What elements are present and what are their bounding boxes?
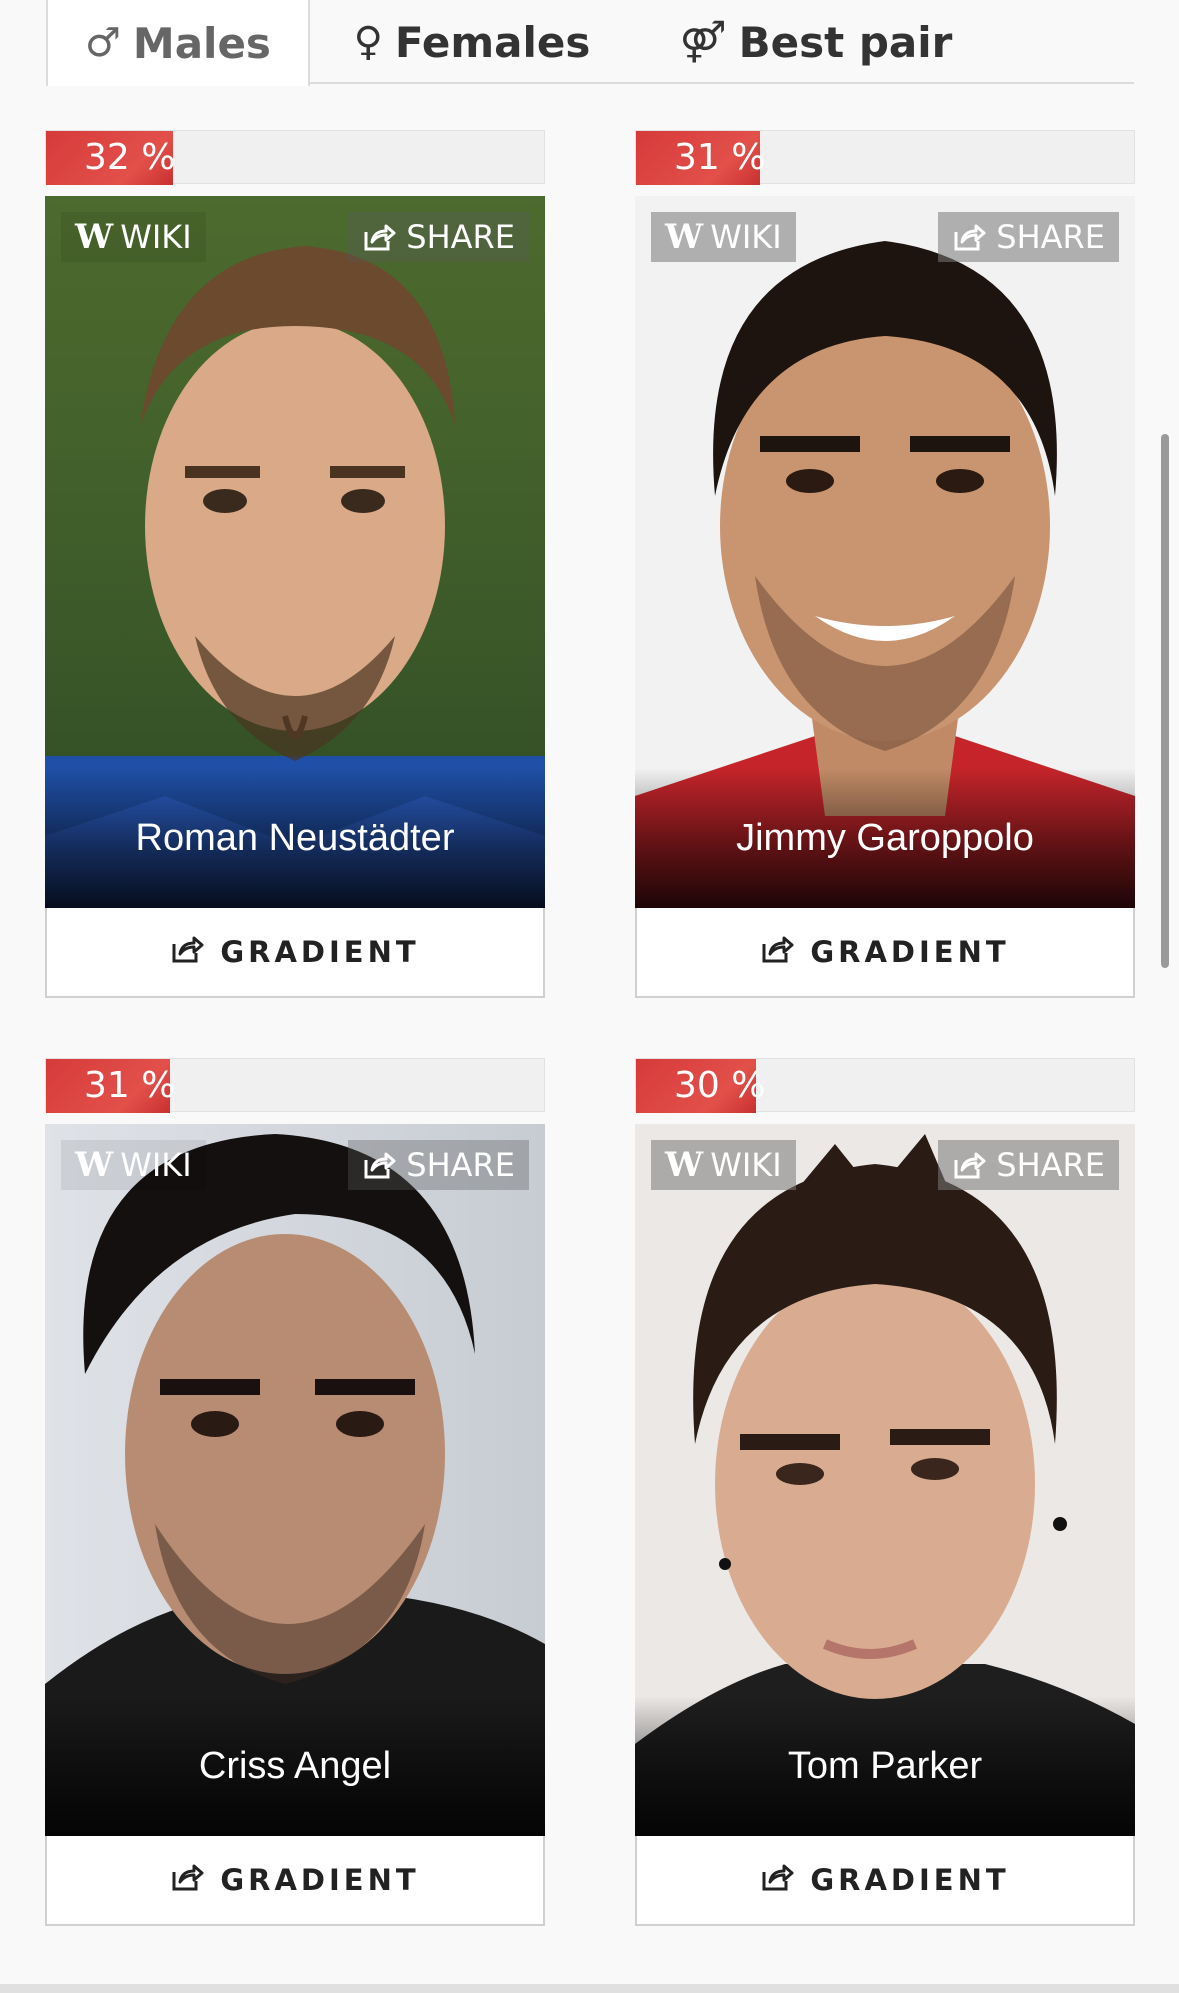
- male-icon: ♂: [85, 20, 121, 66]
- person-photo[interactable]: W WIKI SHARE Jimmy Garoppolo: [635, 196, 1135, 908]
- share-label: SHARE: [406, 218, 515, 256]
- share-icon: [952, 222, 986, 252]
- gradient-button[interactable]: GRADIENT: [45, 908, 545, 998]
- match-percent-label: 32 %: [84, 137, 176, 178]
- tab-label: Females: [394, 17, 591, 67]
- share-icon: [760, 934, 794, 971]
- wikipedia-icon: W: [665, 217, 703, 257]
- person-photo[interactable]: W WIKI SHARE Roman Neustädter: [45, 196, 545, 908]
- wiki-button[interactable]: W WIKI: [61, 1140, 206, 1190]
- tab-label: Best pair: [738, 17, 953, 67]
- wiki-button[interactable]: W WIKI: [61, 212, 206, 262]
- share-label: SHARE: [406, 1146, 515, 1184]
- match-percent-label: 31 %: [84, 1065, 176, 1106]
- wikipedia-icon: W: [75, 1145, 113, 1185]
- share-icon: [362, 222, 396, 252]
- match-percent-bar: 30 %: [635, 1058, 1135, 1113]
- share-button[interactable]: SHARE: [348, 1140, 529, 1190]
- tab-best-pair[interactable]: ⚤ Best pair: [666, 0, 966, 84]
- person-name: Tom Parker: [787, 1745, 983, 1787]
- gradient-button[interactable]: GRADIENT: [635, 1836, 1135, 1926]
- share-button[interactable]: SHARE: [348, 212, 529, 262]
- share-icon: [362, 1150, 396, 1180]
- name-overlay: Tom Parker: [635, 1696, 1135, 1836]
- person-name: Criss Angel: [198, 1745, 392, 1787]
- wiki-label: WIKI: [120, 1146, 192, 1184]
- vertical-scrollbar[interactable]: [1161, 434, 1169, 968]
- gradient-label: GRADIENT: [220, 935, 420, 969]
- female-icon: ♀: [353, 19, 383, 65]
- person-name: Jimmy Garoppolo: [736, 817, 1034, 859]
- person-photo[interactable]: W WIKI SHARE Tom Parker: [635, 1124, 1135, 1836]
- name-overlay: Jimmy Garoppolo: [635, 768, 1135, 908]
- match-percent-bar: 31 %: [45, 1058, 545, 1113]
- wiki-label: WIKI: [710, 1146, 782, 1184]
- share-icon: [952, 1150, 986, 1180]
- share-label: SHARE: [996, 218, 1105, 256]
- name-overlay: Roman Neustädter: [45, 768, 545, 908]
- gradient-label: GRADIENT: [220, 1863, 420, 1897]
- gradient-label: GRADIENT: [810, 1863, 1010, 1897]
- gradient-button[interactable]: GRADIENT: [45, 1836, 545, 1926]
- wiki-label: WIKI: [710, 218, 782, 256]
- name-overlay: Criss Angel: [45, 1696, 545, 1836]
- match-percent-bar: 31 %: [635, 130, 1135, 185]
- share-label: SHARE: [996, 1146, 1105, 1184]
- tab-males[interactable]: ♂ Males: [46, 0, 310, 86]
- share-button[interactable]: SHARE: [938, 212, 1119, 262]
- gradient-label: GRADIENT: [810, 935, 1010, 969]
- share-icon: [170, 1862, 204, 1899]
- tab-females[interactable]: ♀ Females: [322, 0, 622, 84]
- wikipedia-icon: W: [75, 217, 113, 257]
- wiki-label: WIKI: [120, 218, 192, 256]
- page: ♂ Males ♀ Females ⚤ Best pair 32 % W WIK…: [0, 0, 1179, 1993]
- wiki-button[interactable]: W WIKI: [651, 212, 796, 262]
- share-icon: [760, 1862, 794, 1899]
- share-button[interactable]: SHARE: [938, 1140, 1119, 1190]
- person-photo[interactable]: W WIKI SHARE Criss Angel: [45, 1124, 545, 1836]
- tab-label: Males: [132, 18, 271, 68]
- gender-tabs: ♂ Males ♀ Females ⚤ Best pair: [46, 0, 1134, 86]
- wiki-button[interactable]: W WIKI: [651, 1140, 796, 1190]
- pair-icon: ⚤: [679, 19, 727, 65]
- match-percent-bar: 32 %: [45, 130, 545, 185]
- share-icon: [170, 934, 204, 971]
- person-name: Roman Neustädter: [135, 817, 455, 859]
- wikipedia-icon: W: [665, 1145, 703, 1185]
- match-percent-label: 31 %: [674, 137, 766, 178]
- bottom-divider: [0, 1984, 1179, 1993]
- gradient-button[interactable]: GRADIENT: [635, 908, 1135, 998]
- match-percent-label: 30 %: [674, 1065, 766, 1106]
